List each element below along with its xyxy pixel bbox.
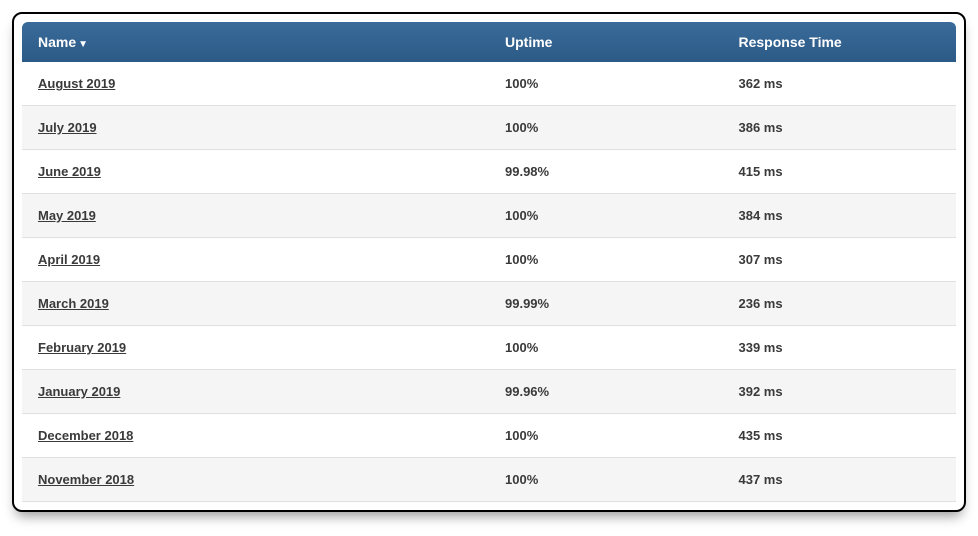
cell-name: February 2019 [22,326,489,370]
cell-uptime: 100% [489,62,723,106]
cell-response: 339 ms [723,326,957,370]
cell-response: 362 ms [723,62,957,106]
month-link[interactable]: December 2018 [38,428,133,443]
table-row: May 2019 100%384 ms [22,194,956,238]
cell-uptime: 100% [489,326,723,370]
month-link[interactable]: January 2019 [38,384,120,399]
cell-name: November 2018 [22,458,489,502]
cell-response: 435 ms [723,414,957,458]
cell-name: April 2019 [22,238,489,282]
cell-response: 437 ms [723,458,957,502]
month-link[interactable]: May 2019 [38,208,96,223]
table-row: June 2019 99.98%415 ms [22,150,956,194]
table-row: February 2019 100%339 ms [22,326,956,370]
table-wrap: Name▼ Uptime Response Time August 2019 10… [14,14,964,510]
sort-desc-icon: ▼ [78,39,88,50]
cell-name: July 2019 [22,106,489,150]
cell-name: August 2019 [22,62,489,106]
cell-response: 384 ms [723,194,957,238]
cell-response: 236 ms [723,282,957,326]
uptime-table-container: Name▼ Uptime Response Time August 2019 10… [12,12,966,512]
table-row: April 2019 100%307 ms [22,238,956,282]
cell-uptime: 99.99% [489,282,723,326]
table-row: November 2018 100%437 ms [22,458,956,502]
cell-name: January 2019 [22,370,489,414]
cell-uptime: 100% [489,458,723,502]
header-response-label: Response Time [739,34,842,50]
cell-response: 415 ms [723,150,957,194]
cell-name: June 2019 [22,150,489,194]
cell-name: December 2018 [22,414,489,458]
cell-uptime: 100% [489,238,723,282]
month-link[interactable]: April 2019 [38,252,100,267]
cell-uptime: 99.96% [489,370,723,414]
month-link[interactable]: November 2018 [38,472,134,487]
col-header-response[interactable]: Response Time [723,22,957,62]
cell-uptime: 100% [489,414,723,458]
col-header-uptime[interactable]: Uptime [489,22,723,62]
cell-response: 386 ms [723,106,957,150]
month-link[interactable]: July 2019 [38,120,97,135]
uptime-table: Name▼ Uptime Response Time August 2019 10… [22,22,956,502]
table-row: March 2019 99.99%236 ms [22,282,956,326]
table-row: January 2019 99.96%392 ms [22,370,956,414]
table-row: December 2018 100%435 ms [22,414,956,458]
cell-uptime: 99.98% [489,150,723,194]
cell-name: May 2019 [22,194,489,238]
month-link[interactable]: August 2019 [38,76,115,91]
table-header-row: Name▼ Uptime Response Time [22,22,956,62]
header-name-label: Name [38,34,76,50]
table-row: July 2019 100%386 ms [22,106,956,150]
month-link[interactable]: February 2019 [38,340,126,355]
col-header-name[interactable]: Name▼ [22,22,489,62]
table-row: August 2019 100%362 ms [22,62,956,106]
cell-uptime: 100% [489,106,723,150]
cell-response: 307 ms [723,238,957,282]
month-link[interactable]: June 2019 [38,164,101,179]
month-link[interactable]: March 2019 [38,296,109,311]
cell-uptime: 100% [489,194,723,238]
table-body: August 2019100%362 msJuly 2019100%386 ms… [22,62,956,502]
header-uptime-label: Uptime [505,34,552,50]
cell-name: March 2019 [22,282,489,326]
cell-response: 392 ms [723,370,957,414]
